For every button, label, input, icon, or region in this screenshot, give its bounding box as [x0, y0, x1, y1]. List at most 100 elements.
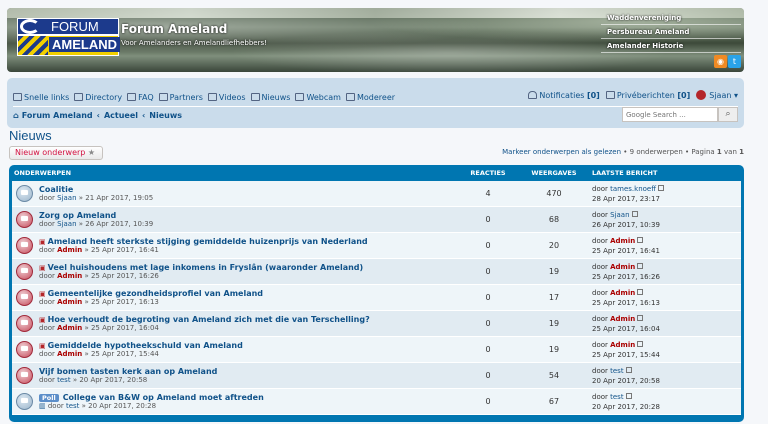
topic-read-icon [16, 263, 33, 280]
topic-count: 9 onderwerpen [629, 148, 683, 156]
last-post-author[interactable]: Admin [610, 237, 635, 245]
goto-last-post-icon[interactable] [637, 288, 644, 295]
topic-author[interactable]: Admin [57, 246, 82, 254]
last-post-author[interactable]: Sjaan [610, 211, 629, 219]
topic-rows: Coalitie door Sjaan » 21 Apr 2017, 19:05 4… [12, 181, 741, 415]
topic-read-icon [16, 367, 33, 384]
nav-modereer[interactable]: Modereer [345, 93, 395, 102]
topic-title[interactable]: Veel huishoudens met lage inkomens in Fr… [48, 263, 364, 272]
poll-icon: ▥ [39, 402, 46, 410]
chevron-down-icon: ▾ [733, 90, 738, 100]
topic-title[interactable]: Hoe verhoudt de begroting van Ameland zi… [48, 315, 370, 324]
pm-link[interactable]: Privéberichten [0] [605, 91, 690, 100]
topic-author[interactable]: Sjaan [57, 220, 76, 228]
last-post-date: 20 Apr 2017, 20:58 [592, 376, 660, 385]
last-post-author[interactable]: Admin [610, 315, 635, 323]
goto-last-post-icon[interactable] [637, 340, 644, 347]
view-count: 19 [548, 319, 560, 328]
last-post-date: 28 Apr 2017, 23:17 [592, 194, 660, 203]
goto-last-post-icon[interactable] [625, 392, 632, 399]
topic-title[interactable]: Gemiddelde hypotheekschuld van Ameland [48, 341, 243, 350]
home-icon: ⌂ [13, 110, 19, 120]
header-link-waddenvereniging[interactable]: Waddenvereniging [601, 11, 741, 25]
attachment-icon: ▣ [39, 316, 46, 324]
goto-last-post-icon[interactable] [637, 314, 644, 321]
site-logo[interactable]: FORUM AMELAND [17, 18, 120, 56]
header-links: Waddenvereniging Persbureau Ameland Amel… [601, 11, 741, 53]
header-views: WEERGAVES [531, 169, 577, 177]
rss-icon[interactable]: ◉ [714, 55, 727, 68]
topic-author[interactable]: Admin [57, 324, 82, 332]
topic-title[interactable]: College van B&W op Ameland moet aftreden [63, 393, 264, 402]
site-title[interactable]: Forum Ameland [121, 22, 227, 36]
table-row: ▣ Gemeentelijke gezondheidsprofiel van Am… [12, 285, 741, 311]
last-post-author[interactable]: Admin [610, 341, 635, 349]
header-link-historie[interactable]: Amelander Historie [601, 39, 741, 53]
user-menu[interactable]: Sjaan ▾ [696, 90, 738, 100]
header-link-persbureau[interactable]: Persbureau Ameland [601, 25, 741, 39]
nav-directory[interactable]: Directory [74, 93, 122, 102]
page-total: 1 [739, 148, 744, 156]
pagination: Markeer onderwerpen als gelezen • 9 onde… [502, 148, 744, 156]
search-input[interactable] [622, 107, 718, 122]
new-topic-button[interactable]: Nieuw onderwerp ★ [9, 146, 103, 160]
attachment-icon: ▣ [39, 290, 46, 298]
nav-links: Snelle links Directory FAQ Partners Vide… [13, 90, 738, 104]
breadcrumb-actueel[interactable]: Actueel [104, 111, 138, 120]
breadcrumb-nieuws[interactable]: Nieuws [149, 111, 182, 120]
topic-author[interactable]: test [66, 402, 79, 410]
twitter-icon[interactable]: t [728, 55, 741, 68]
topic-title[interactable]: Ameland heeft sterkste stijging gemiddel… [48, 237, 368, 246]
avatar [696, 90, 707, 100]
logo-stripes [18, 36, 48, 55]
site-description: Voor Amelanders en Amelandliefhebbers! [121, 39, 267, 47]
topic-author[interactable]: test [57, 376, 70, 384]
last-post-author[interactable]: test [610, 393, 623, 401]
topic-title[interactable]: Coalitie [39, 185, 73, 194]
goto-last-post-icon[interactable] [637, 236, 644, 243]
last-post-date: 25 Apr 2017, 16:26 [592, 272, 660, 281]
header-banner: FORUM AMELAND Forum Ameland Voor Ameland… [7, 8, 744, 72]
topic-title[interactable]: Zorg op Ameland [39, 211, 116, 220]
topic-author[interactable]: Admin [57, 272, 82, 280]
last-post-author[interactable]: Admin [610, 263, 635, 271]
nav-snelle-links[interactable]: Snelle links [13, 93, 69, 102]
mark-read-link[interactable]: Markeer onderwerpen als gelezen [502, 148, 621, 156]
topic-author[interactable]: Sjaan [57, 194, 76, 202]
reply-count: 0 [485, 267, 491, 276]
nav-nieuws[interactable]: Nieuws [250, 93, 290, 102]
table-row: ▣ Veel huishoudens met lage inkomens in F… [12, 259, 741, 285]
goto-last-post-icon[interactable] [637, 262, 644, 269]
view-count: 19 [548, 267, 560, 276]
nav-partners[interactable]: Partners [158, 93, 203, 102]
search-icon[interactable]: ⌕ [718, 107, 738, 122]
topic-date: » 20 Apr 2017, 20:28 [81, 402, 157, 410]
topic-title[interactable]: Gemeentelijke gezondheidsprofiel van Ame… [48, 289, 263, 298]
reply-count: 0 [485, 241, 491, 250]
nav-webcam[interactable]: Webcam [295, 93, 341, 102]
reply-count: 0 [485, 345, 491, 354]
table-row: Coalitie door Sjaan » 21 Apr 2017, 19:05 4… [12, 181, 741, 207]
table-row: ▣ Ameland heeft sterkste stijging gemidde… [12, 233, 741, 259]
last-post-date: 26 Apr 2017, 10:39 [592, 220, 660, 229]
topic-author[interactable]: Admin [57, 350, 82, 358]
topic-author[interactable]: Admin [57, 298, 82, 306]
last-post-author[interactable]: Admin [610, 289, 635, 297]
inbox-icon [605, 91, 615, 99]
faq-icon [127, 93, 137, 101]
last-post-author[interactable]: tames.knoeff [610, 185, 656, 193]
view-count: 67 [548, 397, 560, 406]
nav-videos[interactable]: Videos [207, 93, 246, 102]
topic-read-icon [16, 341, 33, 358]
notifications-link[interactable]: Notificaties [0] [528, 91, 600, 100]
nav-faq[interactable]: FAQ [127, 93, 154, 102]
page: FORUM AMELAND Forum Ameland Voor Ameland… [7, 8, 744, 422]
topic-title[interactable]: Vijf bomen tasten kerk aan op Ameland [39, 367, 217, 376]
last-post-date: 25 Apr 2017, 16:04 [592, 324, 660, 333]
goto-last-post-icon[interactable] [631, 210, 638, 217]
breadcrumb-forum[interactable]: Forum Ameland [22, 111, 93, 120]
goto-last-post-icon[interactable] [658, 184, 665, 191]
last-post-author[interactable]: test [610, 367, 623, 375]
goto-last-post-icon[interactable] [625, 366, 632, 373]
topic-list: ONDERWERPEN REACTIES WEERGAVES LAATSTE B… [9, 165, 744, 422]
